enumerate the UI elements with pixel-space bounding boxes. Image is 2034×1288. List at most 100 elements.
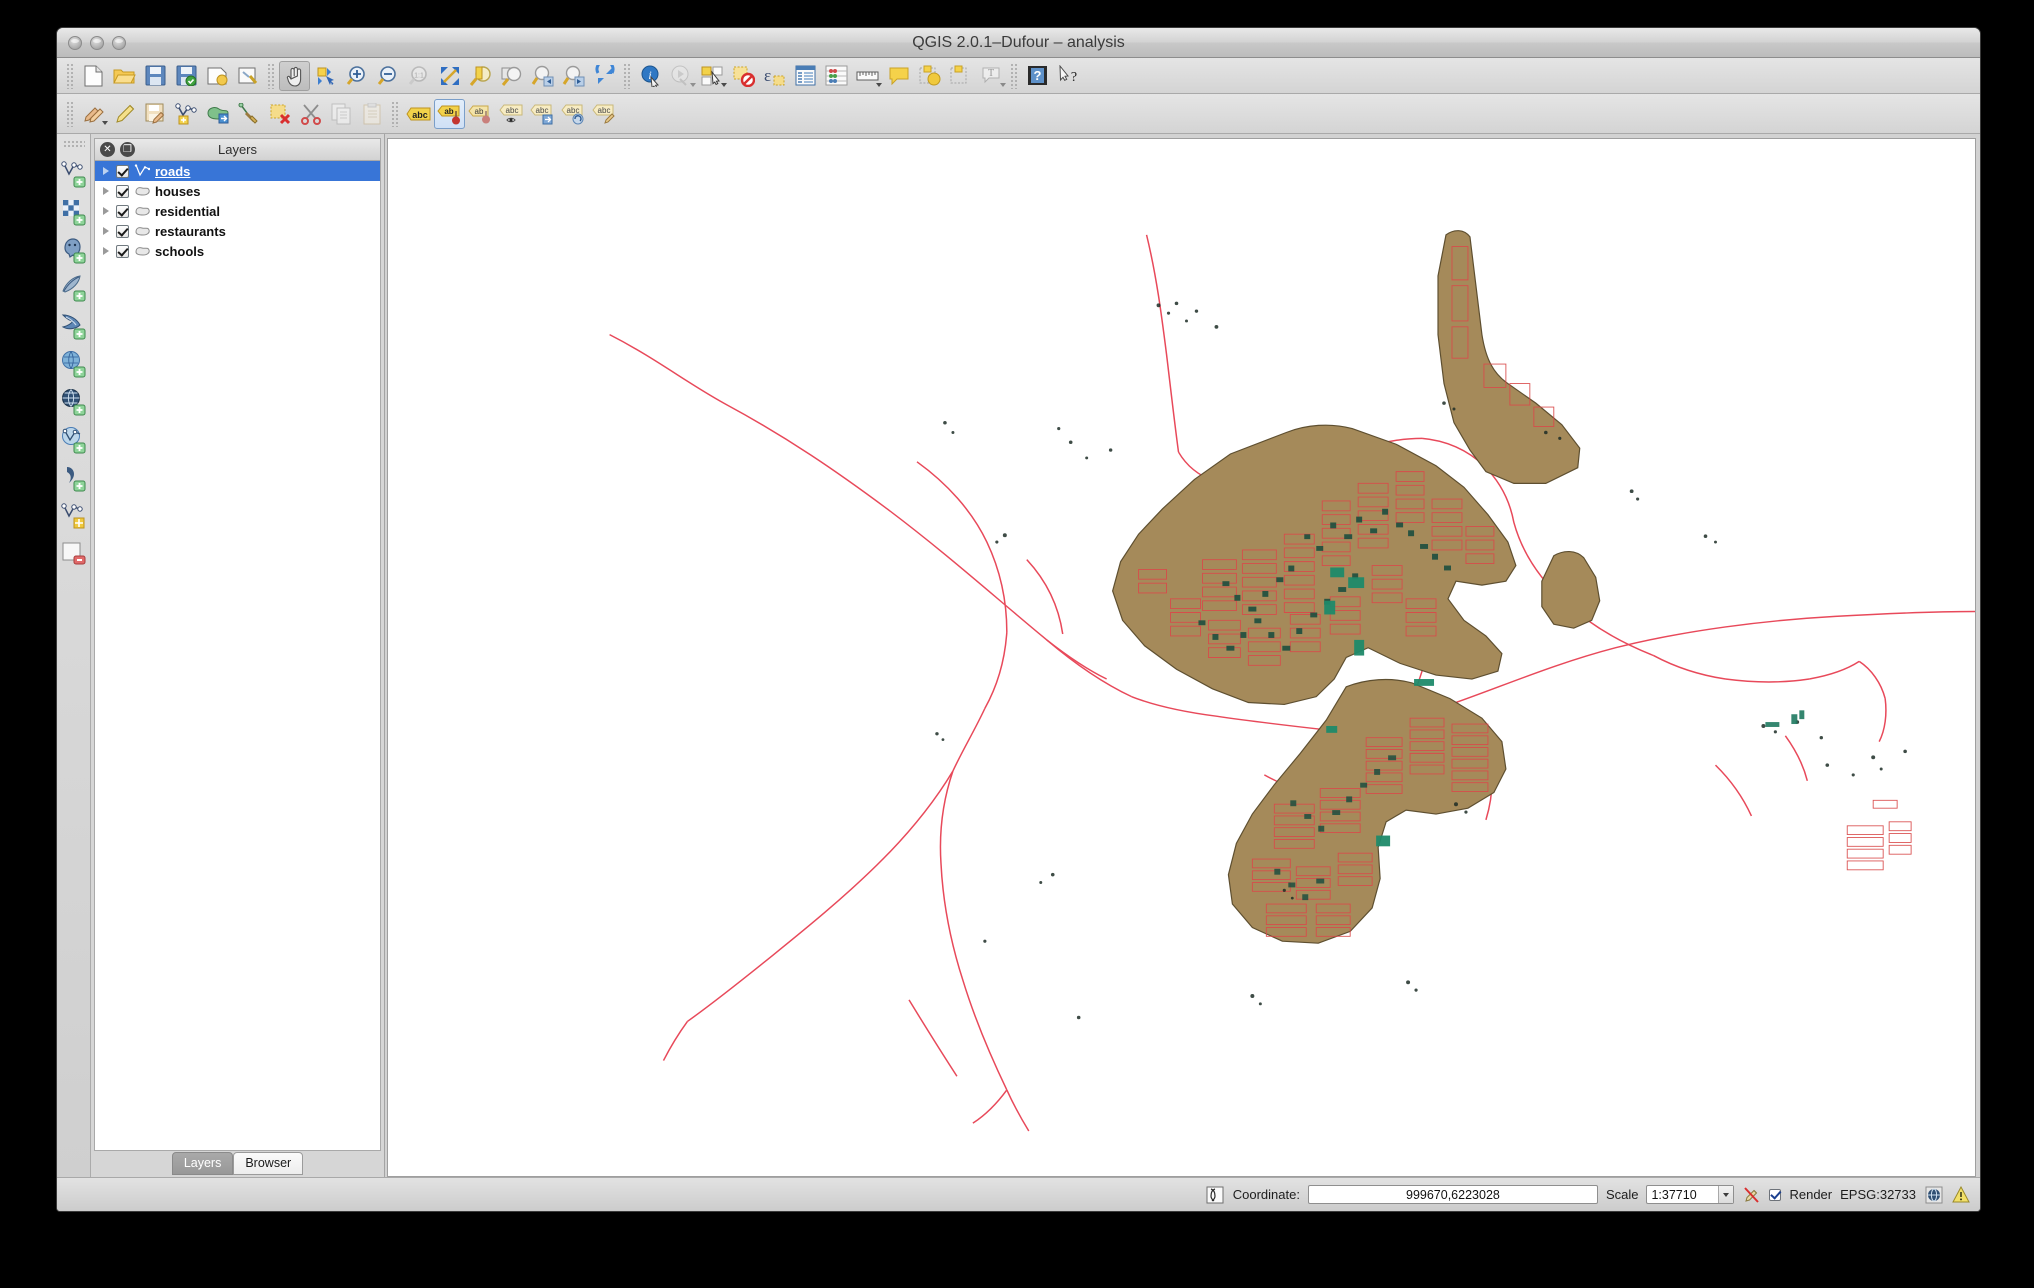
pan-map-icon[interactable] bbox=[279, 60, 310, 91]
layer-row-roads[interactable]: roads bbox=[95, 161, 380, 181]
add-delimited-text-layer-icon[interactable] bbox=[59, 459, 89, 497]
select-features-icon[interactable] bbox=[697, 61, 728, 91]
measure-line-icon[interactable] bbox=[852, 61, 883, 91]
expander-icon-5[interactable] bbox=[103, 247, 109, 255]
expander-icon-3[interactable] bbox=[103, 207, 109, 215]
save-project-icon[interactable] bbox=[140, 61, 171, 91]
node-tool-icon[interactable] bbox=[233, 99, 264, 129]
layer-row-houses[interactable]: houses bbox=[95, 181, 380, 201]
tab-browser[interactable]: Browser bbox=[233, 1152, 304, 1175]
zoom-next-icon[interactable] bbox=[558, 61, 589, 91]
layer-row-restaurants[interactable]: restaurants bbox=[95, 221, 380, 241]
current-edits-icon[interactable] bbox=[78, 99, 109, 129]
add-wcs-layer-icon[interactable] bbox=[59, 345, 89, 383]
chevron-down-icon-4[interactable] bbox=[1000, 82, 1006, 87]
scale-combobox[interactable]: 1:37710 bbox=[1646, 1185, 1735, 1204]
close-panel-icon[interactable]: ✕ bbox=[100, 142, 115, 157]
new-project-icon[interactable] bbox=[78, 61, 109, 91]
layer-visibility-checkbox-5[interactable] bbox=[116, 244, 129, 258]
add-spatialite-layer-icon[interactable] bbox=[59, 269, 89, 307]
layer-visibility-checkbox-3[interactable] bbox=[116, 204, 129, 218]
zoom-to-selection-icon[interactable] bbox=[465, 61, 496, 91]
deselect-features-icon[interactable] bbox=[728, 61, 759, 91]
zoom-out-icon[interactable] bbox=[372, 61, 403, 91]
show-bookmarks-icon[interactable] bbox=[945, 61, 976, 91]
zoom-to-layer-icon[interactable] bbox=[496, 61, 527, 91]
highlight-pinned-labels-icon[interactable]: abc bbox=[496, 99, 527, 129]
toggle-editing-icon[interactable] bbox=[109, 99, 140, 129]
chevron-down-icon-2[interactable] bbox=[721, 82, 727, 87]
expander-icon[interactable] bbox=[103, 167, 109, 175]
add-postgis-layer-icon[interactable] bbox=[59, 231, 89, 269]
move-feature-icon[interactable] bbox=[202, 99, 233, 129]
layer-tree[interactable]: roads houses residential restaurants sch… bbox=[94, 160, 381, 1151]
add-wms-layer-icon[interactable] bbox=[59, 383, 89, 421]
add-vector-layer-icon[interactable] bbox=[59, 155, 89, 193]
layer-visibility-checkbox-4[interactable] bbox=[116, 224, 129, 238]
toolbar-grip-7[interactable] bbox=[62, 140, 85, 149]
zoom-native-icon[interactable]: 1:1 bbox=[403, 61, 434, 91]
whats-this-icon[interactable]: ? bbox=[1053, 61, 1084, 91]
open-attribute-table-icon[interactable] bbox=[790, 61, 821, 91]
expander-icon-4[interactable] bbox=[103, 227, 109, 235]
chevron-down-icon-3[interactable] bbox=[876, 82, 882, 87]
identify-features-icon[interactable]: i bbox=[635, 61, 666, 91]
render-toggle-icon[interactable] bbox=[1742, 1185, 1761, 1204]
pin-labels-icon[interactable]: ab bbox=[434, 98, 465, 129]
refresh-icon[interactable] bbox=[589, 61, 620, 91]
text-annotation-icon[interactable]: T bbox=[976, 61, 1007, 91]
layer-row-residential[interactable]: residential bbox=[95, 201, 380, 221]
layer-row-schools[interactable]: schools bbox=[95, 241, 380, 261]
layer-visibility-checkbox[interactable] bbox=[116, 164, 129, 178]
open-project-icon[interactable] bbox=[109, 61, 140, 91]
new-bookmark-icon[interactable] bbox=[914, 61, 945, 91]
delete-selected-icon[interactable] bbox=[264, 99, 295, 129]
add-mssql-layer-icon[interactable] bbox=[59, 307, 89, 345]
new-vector-layer-icon[interactable] bbox=[59, 497, 89, 535]
show-hide-labels-icon[interactable]: ab bbox=[465, 99, 496, 129]
layer-visibility-checkbox-2[interactable] bbox=[116, 184, 129, 198]
statistics-icon[interactable] bbox=[821, 61, 852, 91]
crs-status-icon[interactable] bbox=[1924, 1185, 1943, 1204]
save-layer-edits-icon[interactable] bbox=[140, 99, 171, 129]
undock-panel-icon[interactable]: ❐ bbox=[120, 142, 135, 157]
expander-icon-2[interactable] bbox=[103, 187, 109, 195]
pan-to-selection-icon[interactable] bbox=[310, 61, 341, 91]
paste-features-icon[interactable] bbox=[357, 99, 388, 129]
move-label-icon[interactable]: abc bbox=[527, 99, 558, 129]
zoom-full-icon[interactable] bbox=[434, 61, 465, 91]
toolbar-grip[interactable] bbox=[66, 62, 75, 89]
add-raster-layer-icon[interactable] bbox=[59, 193, 89, 231]
chevron-down-icon[interactable] bbox=[690, 82, 696, 87]
map-tips-icon[interactable] bbox=[666, 61, 697, 91]
zoom-last-icon[interactable] bbox=[527, 61, 558, 91]
rotate-label-icon[interactable]: abc bbox=[558, 99, 589, 129]
toolbar-grip-3[interactable] bbox=[623, 62, 632, 89]
chevron-down-icon-5[interactable] bbox=[102, 120, 108, 125]
composer-manager-icon[interactable] bbox=[233, 61, 264, 91]
add-feature-icon[interactable] bbox=[171, 99, 202, 129]
remove-layer-icon[interactable] bbox=[59, 535, 89, 573]
render-checkbox[interactable] bbox=[1769, 1188, 1782, 1201]
zoom-in-icon[interactable] bbox=[341, 61, 372, 91]
toolbar-grip-2[interactable] bbox=[267, 62, 276, 89]
help-contents-icon[interactable]: ? bbox=[1022, 61, 1053, 91]
coordinate-input[interactable]: 999670,6223028 bbox=[1307, 1185, 1598, 1204]
change-label-icon[interactable]: abc bbox=[589, 99, 620, 129]
map-annotation-icon[interactable] bbox=[883, 61, 914, 91]
toolbar-grip-4[interactable] bbox=[1010, 62, 1019, 89]
add-wfs-layer-icon[interactable] bbox=[59, 421, 89, 459]
map-canvas[interactable] bbox=[387, 138, 1976, 1177]
new-print-composer-icon[interactable] bbox=[202, 61, 233, 91]
save-project-as-icon[interactable] bbox=[171, 61, 202, 91]
messages-icon[interactable] bbox=[1206, 1185, 1225, 1204]
tab-layers[interactable]: Layers bbox=[171, 1152, 234, 1175]
cut-features-icon[interactable] bbox=[295, 99, 326, 129]
select-by-expression-icon[interactable]: ε bbox=[759, 61, 790, 91]
toolbar-grip-5[interactable] bbox=[66, 100, 75, 127]
warning-icon[interactable] bbox=[1951, 1185, 1970, 1204]
toolbar-grip-6[interactable] bbox=[391, 100, 400, 127]
chevron-down-icon-scale[interactable] bbox=[1718, 1186, 1734, 1203]
layer-labeling-icon[interactable]: abc bbox=[403, 99, 434, 129]
copy-features-icon[interactable] bbox=[326, 99, 357, 129]
